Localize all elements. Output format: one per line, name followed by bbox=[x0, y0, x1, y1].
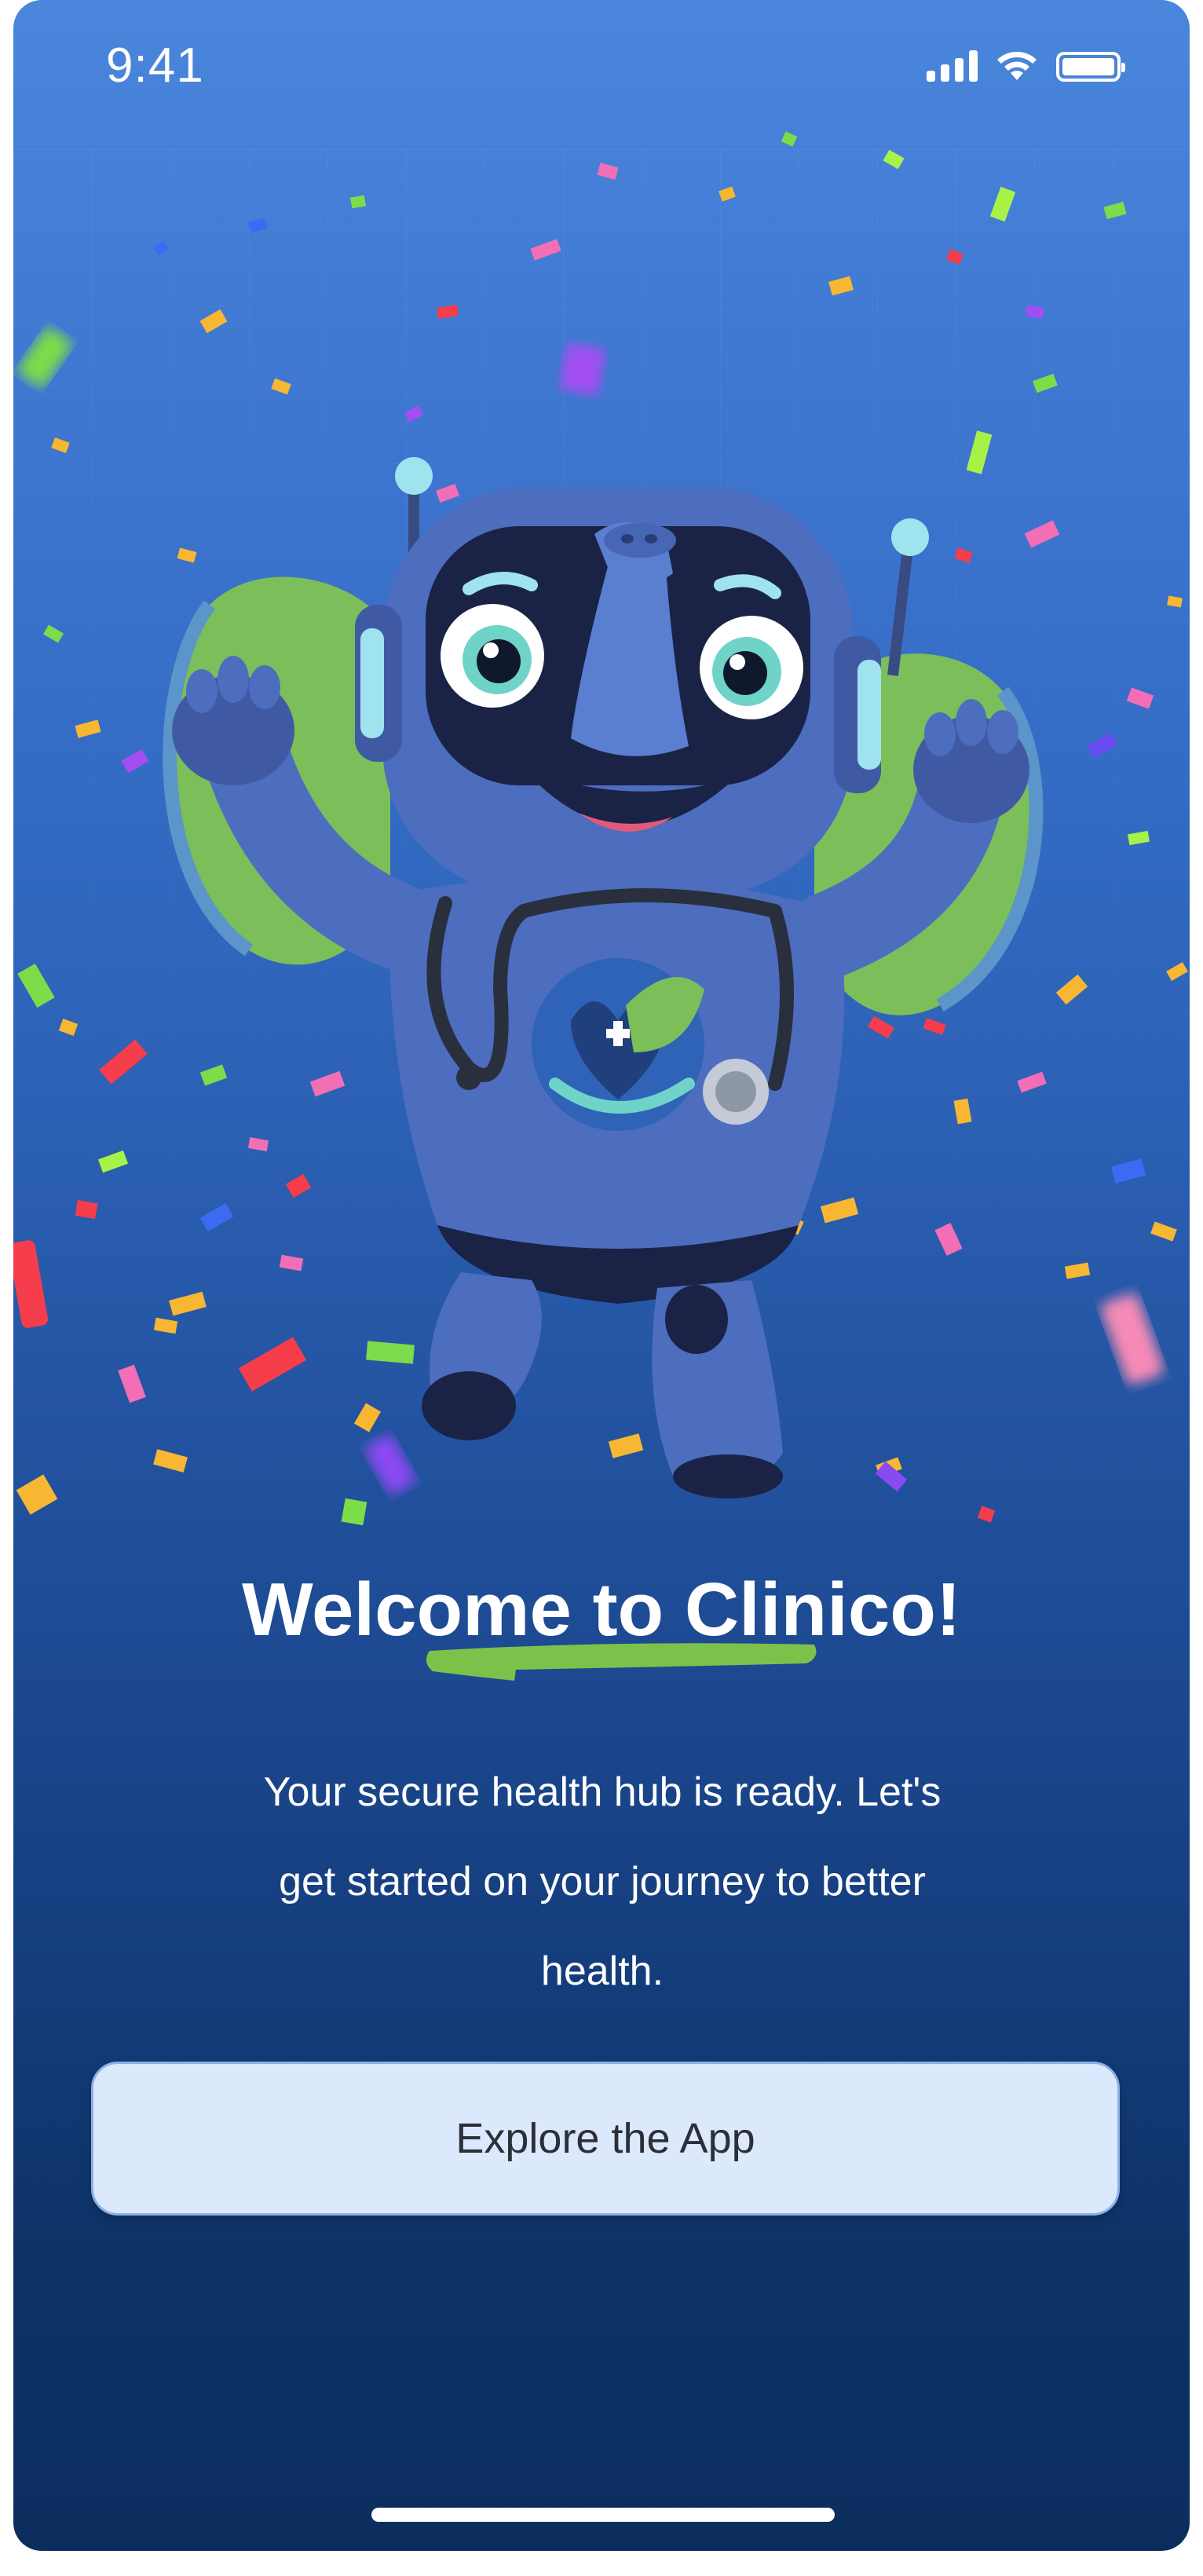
welcome-screen: 9:41 Welcome to Clinico! Your secure hea… bbox=[13, 0, 1190, 2551]
title-underline-accent bbox=[426, 1643, 817, 1681]
explore-app-label: Explore the App bbox=[455, 2115, 755, 2162]
explore-app-button[interactable]: Explore the App bbox=[91, 2062, 1120, 2216]
welcome-subtitle: Your secure health hub is ready. Let's g… bbox=[194, 1747, 1011, 2016]
subtitle-line-3: health. bbox=[540, 1948, 664, 1994]
subtitle-line-1: Your secure health hub is ready. Let's bbox=[263, 1769, 942, 1815]
mascot-illustration bbox=[163, 457, 1044, 1498]
home-indicator[interactable] bbox=[371, 2508, 835, 2522]
subtitle-line-2: get started on your journey to better bbox=[279, 1859, 926, 1905]
